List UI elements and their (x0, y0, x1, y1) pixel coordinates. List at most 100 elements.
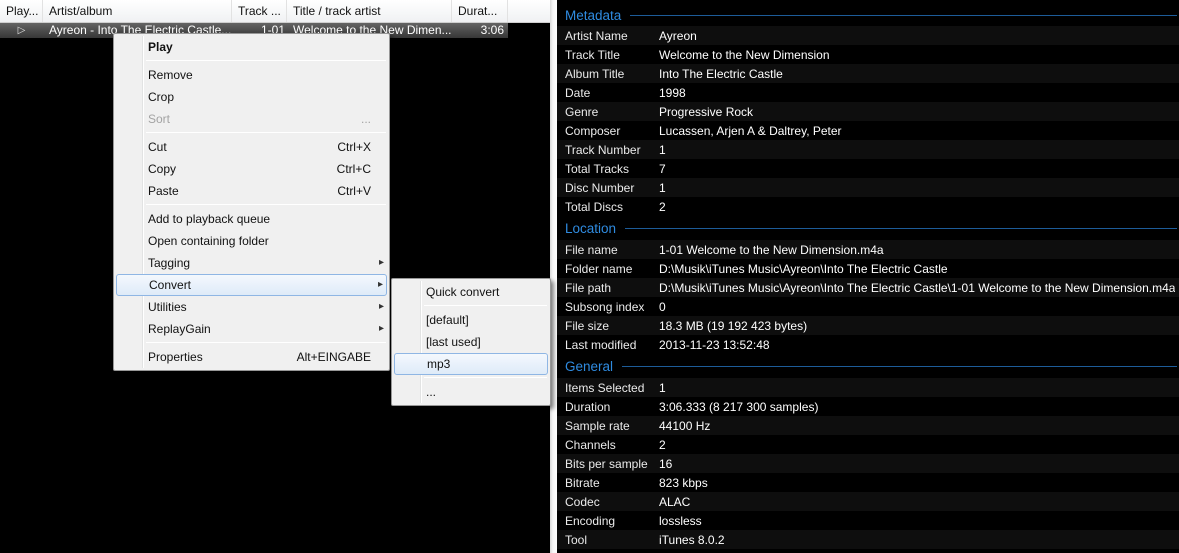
property-row-codec[interactable]: Codec ALAC (557, 492, 1179, 511)
convert-submenu: Quick convert [default] [last used] mp3... (391, 278, 551, 406)
property-label: Date (565, 85, 591, 100)
property-row-genre[interactable]: Genre Progressive Rock (557, 102, 1179, 121)
menu-item-paste[interactable]: Paste Ctrl+V (114, 180, 389, 202)
property-value: Lucassen, Arjen A & Daltrey, Peter (659, 123, 842, 138)
property-value: Welcome to the New Dimension (659, 47, 830, 62)
property-label: Genre (565, 104, 599, 119)
property-row-total-discs[interactable]: Total Discs 2 (557, 197, 1179, 216)
submenu-arrow-icon: ▸ (378, 257, 384, 268)
property-row-file-size[interactable]: File size 18.3 MB (19 192 423 bytes) (557, 316, 1179, 335)
section-header-rule (630, 14, 1177, 16)
property-row-encoding[interactable]: Encoding lossless (557, 511, 1179, 530)
property-value: 16 (659, 456, 673, 471)
property-row-disc-number[interactable]: Disc Number 1 (557, 178, 1179, 197)
context-menu: Play Remove Crop Sort... Cut Ctrl+X Copy Ctrl+C… (113, 33, 390, 371)
property-value: D:\Musik\iTunes Music\Ayreon\Into The El… (659, 280, 1176, 295)
property-row-subsong-index[interactable]: Subsong index 0 (557, 297, 1179, 316)
property-label: Track Number (565, 142, 641, 157)
property-value: lossless (659, 513, 702, 528)
menu-item-shortcut: Ctrl+X (337, 140, 371, 154)
menu-item-play[interactable]: Play (114, 36, 389, 58)
menu-item-last-used[interactable]: [last used] (392, 331, 550, 353)
menu-item-shortcut: Ctrl+C (336, 162, 371, 176)
property-value: 2 (659, 199, 666, 214)
property-row-composer[interactable]: Composer Lucassen, Arjen A & Daltrey, Pet… (557, 121, 1179, 140)
menu-item-more[interactable]: ... (392, 381, 550, 403)
property-label: Tool (565, 532, 588, 547)
app-window: Play... Artist/album Track ... Title / t… (0, 0, 1179, 553)
property-label: Last modified (565, 337, 637, 352)
property-row-items-selected[interactable]: Items Selected 1 (557, 378, 1179, 397)
property-label: Channels (565, 437, 616, 452)
property-row-duration[interactable]: Duration 3:06.333 (8 217 300 samples) (557, 397, 1179, 416)
menu-item-quick-convert[interactable]: Quick convert (392, 281, 550, 303)
property-row-artist-name[interactable]: Artist Name Ayreon (557, 26, 1179, 45)
property-row-file-path[interactable]: File path D:\Musik\iTunes Music\Ayreon\In… (557, 278, 1179, 297)
property-row-last-modified[interactable]: Last modified 2013-11-23 13:52:48 (557, 335, 1179, 354)
menu-item-shortcut: Ctrl+V (337, 184, 371, 198)
property-value: 7 (659, 161, 666, 176)
column-header-artist-album[interactable]: Artist/album (43, 0, 232, 22)
property-row-tool[interactable]: Tool iTunes 8.0.2 (557, 530, 1179, 549)
property-label: Artist Name (565, 28, 628, 43)
menu-item-open-containing-folder[interactable]: Open containing folder (114, 230, 389, 252)
property-label: File size (565, 318, 610, 333)
property-label: Total Tracks (565, 161, 630, 176)
menu-item-utilities[interactable]: Utilities ▸ (114, 296, 389, 318)
menu-item-copy[interactable]: Copy Ctrl+C (114, 158, 389, 180)
column-header-track[interactable]: Track ... (232, 0, 287, 22)
menu-item-default[interactable]: [default] (392, 309, 550, 331)
property-row-sample-rate[interactable]: Sample rate 44100 Hz (557, 416, 1179, 435)
property-value: 2 (659, 437, 666, 452)
section-title: General (565, 358, 614, 374)
property-label: Bitrate (565, 475, 600, 490)
property-value: iTunes 8.0.2 (659, 532, 725, 547)
menu-item-sort[interactable]: Sort... (114, 108, 389, 130)
menu-item-label: Cut (148, 140, 167, 154)
section-title: Location (565, 220, 617, 236)
property-row-channels[interactable]: Channels 2 (557, 435, 1179, 454)
menu-item-mp3[interactable]: mp3 (394, 353, 548, 375)
menu-item-shortcut: ... (360, 112, 371, 126)
column-header-playing[interactable]: Play... (0, 0, 43, 22)
panel-splitter[interactable] (550, 0, 557, 553)
property-label: Track Title (565, 47, 620, 62)
menu-item-label: Convert (149, 278, 192, 292)
menu-item-remove[interactable]: Remove (114, 64, 389, 86)
property-row-file-name[interactable]: File name 1-01 Welcome to the New Dimensi… (557, 240, 1179, 259)
menu-item-label: Remove (148, 68, 193, 82)
property-label: Encoding (565, 513, 616, 528)
menu-item-label: Open containing folder (148, 234, 269, 248)
menu-item-convert[interactable]: Convert ▸ (116, 274, 387, 296)
property-value: Ayreon (659, 28, 697, 43)
menu-item-cut[interactable]: Cut Ctrl+X (114, 136, 389, 158)
menu-item-crop[interactable]: Crop (114, 86, 389, 108)
menu-item-properties[interactable]: Properties Alt+EINGABE (114, 346, 389, 368)
menu-item-replaygain[interactable]: ReplayGain ▸ (114, 318, 389, 340)
menu-item-add-to-playback-queue[interactable]: Add to playback queue (114, 208, 389, 230)
submenu-arrow-icon: ▸ (378, 301, 384, 312)
submenu-arrow-icon: ▸ (377, 279, 383, 290)
menu-item-label: ReplayGain (148, 322, 211, 336)
submenu-arrow-icon: ▸ (378, 323, 384, 334)
property-value: 18.3 MB (19 192 423 bytes) (659, 318, 808, 333)
menu-item-tagging[interactable]: Tagging ▸ (114, 252, 389, 274)
property-row-total-tracks[interactable]: Total Tracks 7 (557, 159, 1179, 178)
property-row-album-title[interactable]: Album Title Into The Electric Castle (557, 64, 1179, 83)
menu-separator (424, 305, 547, 306)
property-row-track-number[interactable]: Track Number 1 (557, 140, 1179, 159)
menu-item-label: [default] (426, 313, 469, 327)
property-row-date[interactable]: Date 1998 (557, 83, 1179, 102)
column-header-duration[interactable]: Durat... (452, 0, 508, 22)
menu-item-label: Crop (148, 90, 175, 104)
property-row-track-title[interactable]: Track Title Welcome to the New Dimension (557, 45, 1179, 64)
property-row-folder-name[interactable]: Folder name D:\Musik\iTunes Music\Ayreon\… (557, 259, 1179, 278)
property-value: 3:06.333 (8 217 300 samples) (659, 399, 819, 414)
column-header-title[interactable]: Title / track artist (287, 0, 452, 22)
property-value: D:\Musik\iTunes Music\Ayreon\Into The El… (659, 261, 948, 276)
row-duration: 3:06 (480, 23, 504, 37)
property-row-bits-per-sample[interactable]: Bits per sample 16 (557, 454, 1179, 473)
property-row-bitrate[interactable]: Bitrate 823 kbps (557, 473, 1179, 492)
property-value: 44100 Hz (659, 418, 711, 433)
menu-separator (424, 377, 547, 378)
